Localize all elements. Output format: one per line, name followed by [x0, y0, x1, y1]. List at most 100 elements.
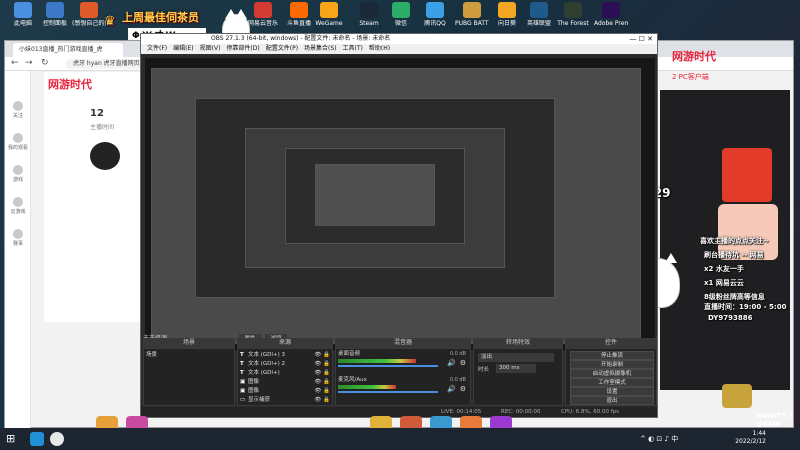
trophy-icon — [13, 229, 23, 239]
taskbar: ⊞ ^ ◐ ⊡ ♪ 中 1:44 2022/2/12 — [0, 428, 800, 450]
overlay-line: 8级粉丝牌高等信息 — [704, 293, 765, 301]
obs-menu-item[interactable]: 工具(T) — [343, 44, 363, 54]
obs-preview[interactable] — [145, 58, 655, 350]
source-item[interactable]: T 文本 (GDI+) 2 👁 🔒 — [240, 360, 332, 369]
control-button[interactable]: 设置 — [570, 387, 654, 396]
transition-select[interactable]: 淡出 — [478, 353, 554, 362]
text-source-icon: T — [240, 370, 244, 376]
browser-tab[interactable]: 小妹013直播_热门游戏直播_虎 — [13, 43, 123, 57]
duration-label: 时长 — [478, 367, 490, 373]
back-icon[interactable]: ← — [11, 58, 19, 68]
mixer-dock-header: 混音器 — [335, 338, 471, 348]
controls-dock: 停止推流 开始录制 启动虚拟摄像机 工作室模式 设置 退出 — [565, 348, 657, 406]
visibility-lock-icons[interactable]: 👁 🔒 — [314, 360, 330, 369]
source-item[interactable]: T 文本 (GDI+) 👁 🔒 — [240, 369, 332, 378]
image-source-icon: ▣ — [240, 379, 246, 385]
source-item[interactable]: ▣ 图像 👁 🔒 — [240, 387, 332, 396]
mixer-channel-name: 桌面音频 — [338, 351, 361, 357]
duration-input[interactable]: 300 ms — [496, 364, 536, 373]
obs-menu-item[interactable]: 文件(F) — [147, 44, 167, 54]
gear-icon[interactable]: ⚙ — [460, 359, 466, 367]
text-source-icon: T — [240, 361, 244, 367]
visibility-lock-icons[interactable]: 👁 🔒 — [314, 369, 330, 378]
desktop-icon[interactable]: 向日葵 — [490, 2, 524, 27]
visibility-lock-icons[interactable]: 👁 🔒 — [314, 396, 330, 405]
desktop-icon[interactable]: WeGame — [312, 2, 346, 27]
desktop-icon-label: 英雄联盟 — [526, 20, 551, 27]
streamer-avatar[interactable] — [88, 140, 122, 172]
volume-slider[interactable] — [338, 391, 438, 393]
overlay-line: DY9793886 — [708, 314, 753, 322]
sidebar-item-history[interactable]: 我的观看 — [5, 133, 31, 151]
desktop-icon[interactable]: 斗鱼直播 — [282, 2, 316, 27]
desktop-icon[interactable]: 腾讯QQ — [418, 2, 452, 27]
right-ad-sub: 2 PC客户端 — [672, 73, 709, 81]
desktop-icon-label: 此电脑 — [13, 20, 32, 27]
source-name: 文本 (GDI+) 3 — [248, 352, 286, 358]
desktop-icon-label: 腾讯QQ — [424, 20, 446, 27]
desktop-icon[interactable]: Adobe Premie... — [594, 2, 628, 27]
edge-icon[interactable] — [30, 432, 44, 446]
heart-icon — [13, 101, 23, 111]
obs-menu-item[interactable]: 配置文件(P) — [266, 44, 298, 54]
overlay-line: 直播时间：19:00 - 5:00 — [704, 303, 787, 311]
sidebar-item-games[interactable]: 游戏 — [5, 165, 31, 183]
desktop-icon-label: 控制面板 — [42, 20, 67, 27]
control-button[interactable]: 停止推流 — [570, 351, 654, 360]
app-icon — [564, 2, 582, 18]
obs-menu-item[interactable]: 视图(V) — [200, 44, 221, 54]
banner-text: 上周最佳伺茶员 — [122, 11, 199, 24]
cpu-usage: CPU: 6.8%, 60.00 fps — [561, 409, 620, 415]
desktop-icon[interactable]: 控制面板 — [38, 2, 72, 27]
control-button[interactable]: 工作室模式 — [570, 378, 654, 387]
controls-dock-header: 控件 — [565, 338, 657, 348]
sidebar-item-follow[interactable]: 关注 — [5, 101, 31, 119]
recursive-preview — [315, 164, 435, 226]
reload-icon[interactable]: ↻ — [41, 58, 49, 68]
obs-menu-item[interactable]: 场景集合(S) — [304, 44, 337, 54]
obs-status-bar: LIVE: 00:14:05 REC: 00:00:00 CPU: 6.8%, … — [141, 407, 657, 417]
speaker-icon[interactable]: 🔊 — [447, 385, 456, 393]
desktop-icon[interactable]: The Forest — [556, 2, 590, 27]
sidebar-item-cloud[interactable]: 云游戏 — [5, 197, 31, 215]
system-clock[interactable]: 1:44 2022/2/12 — [735, 430, 766, 446]
obs-window: OBS 27.1.3 (64-bit, windows) - 配置文件: 未命名… — [140, 33, 658, 418]
scene-item[interactable]: 场景 — [146, 350, 157, 358]
desktop-icon-label: Adobe Premie... — [594, 20, 628, 27]
volume-slider[interactable] — [338, 365, 438, 367]
desktop-icon[interactable]: 微信 — [384, 2, 418, 27]
obs-menu-item[interactable]: 编辑(E) — [173, 44, 193, 54]
source-item[interactable]: ▣ 图像 👁 🔒 — [240, 378, 332, 387]
source-item[interactable]: T 文本 (GDI+) 3 👁 🔒 — [240, 351, 332, 360]
forward-icon[interactable]: → — [25, 58, 33, 68]
gear-icon[interactable]: ⚙ — [460, 385, 466, 393]
visibility-lock-icons[interactable]: 👁 🔒 — [314, 387, 330, 396]
obs-menu-item[interactable]: 帮助(H) — [369, 44, 390, 54]
sources-dock: T 文本 (GDI+) 3 👁 🔒 T 文本 (GDI+) 2 👁 🔒 T 文本 (GDI… — [237, 348, 333, 406]
desktop-icon[interactable]: PUBG BATTLEGR... — [455, 2, 489, 27]
desktop-icon[interactable]: Steam — [352, 2, 386, 27]
desktop-icon-label: 斗鱼直播 — [286, 20, 311, 27]
control-button[interactable]: 退出 — [570, 396, 654, 405]
obs-menu-bar: 文件(F) 编辑(E) 视图(V) 停靠部件(D) 配置文件(P) 场景集合(S) 工具(T… — [141, 44, 657, 54]
source-name: 文本 (GDI+) — [248, 370, 280, 376]
control-button[interactable]: 启动虚拟摄像机 — [570, 369, 654, 378]
visibility-lock-icons[interactable]: 👁 🔒 — [314, 351, 330, 360]
source-item[interactable]: ▭ 显示捕获 👁 🔒 — [240, 396, 332, 405]
speaker-icon[interactable]: 🔊 — [447, 359, 456, 367]
windows-start-icon[interactable]: ⊞ — [6, 433, 18, 445]
search-icon[interactable] — [50, 432, 64, 446]
control-button[interactable]: 开始录制 — [570, 360, 654, 369]
source-name: 显示捕获 — [248, 397, 271, 403]
desktop-icon[interactable]: 此电脑 — [6, 2, 40, 27]
desktop-icon[interactable]: (感想自己的推荐) 生) POP... — [72, 2, 106, 27]
visibility-lock-icons[interactable]: 👁 🔒 — [314, 378, 330, 387]
desktop-icon[interactable]: 英雄联盟 — [522, 2, 556, 27]
desktop-icon-label: Steam — [359, 20, 379, 27]
volume-meter — [338, 385, 396, 389]
window-controls[interactable]: — ☐ ✕ — [629, 34, 653, 44]
tray-icons[interactable]: ^ ◐ ⊡ ♪ 中 — [640, 434, 678, 444]
sidebar-item-events[interactable]: 赛事 — [5, 229, 31, 247]
obs-menu-item[interactable]: 停靠部件(D) — [226, 44, 259, 54]
mixer-db: 0.0 dB — [449, 351, 466, 357]
